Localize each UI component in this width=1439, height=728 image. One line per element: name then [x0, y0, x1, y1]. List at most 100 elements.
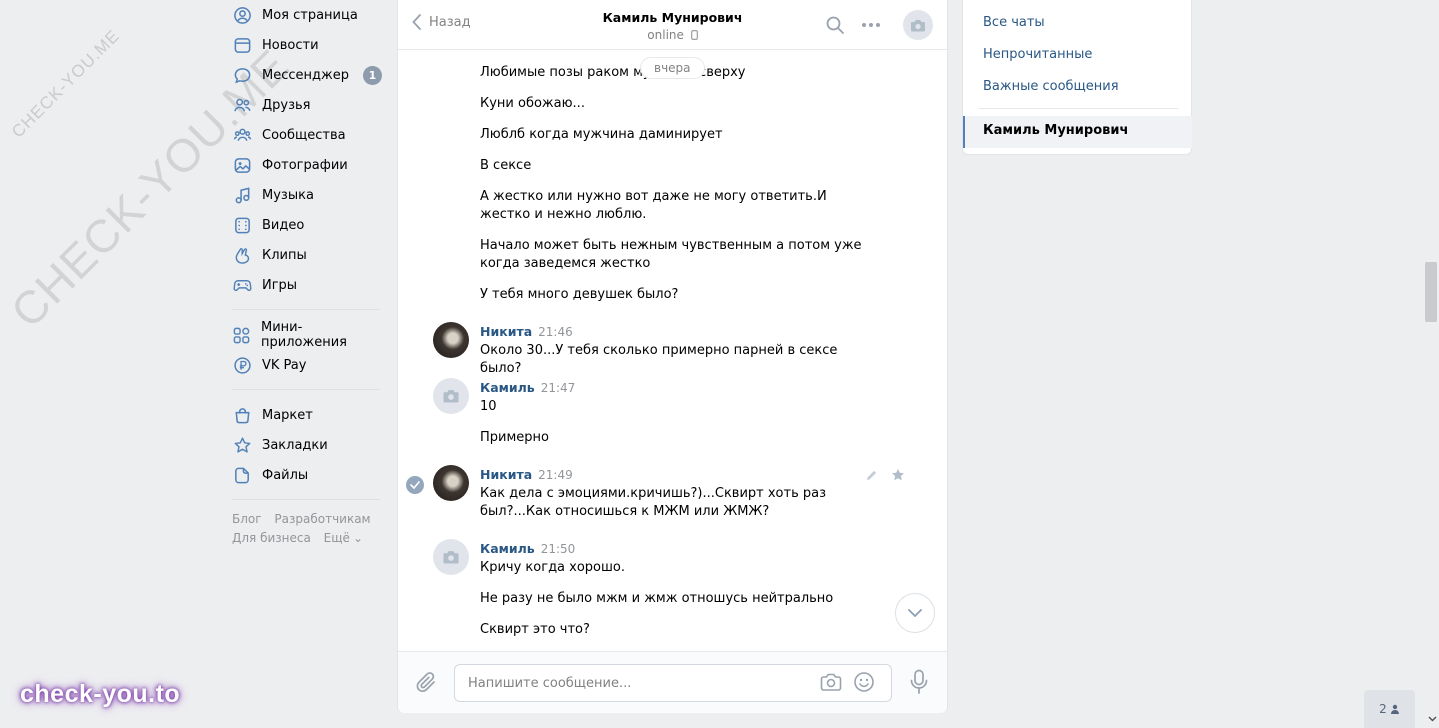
avatar[interactable] — [433, 378, 469, 414]
nav-item-files[interactable]: Файлы — [232, 460, 382, 490]
nav-label: Друзья — [262, 97, 311, 113]
friends-icon — [232, 95, 252, 115]
more-dots-icon[interactable] — [861, 22, 881, 28]
nav-item-clips[interactable]: Клипы — [232, 240, 382, 270]
gamepad-icon — [232, 275, 252, 295]
vkpay-icon — [232, 355, 252, 375]
nav-label: Маркет — [262, 407, 313, 423]
active-chat-name: Камиль Мунирович — [983, 123, 1129, 138]
chevron-down-icon — [908, 609, 922, 617]
search-icon[interactable] — [825, 15, 845, 35]
message-text: В сексе — [480, 158, 532, 173]
avatar[interactable] — [433, 322, 469, 358]
nav-label: Фотографии — [262, 157, 348, 173]
nav-item-video[interactable]: Видео — [232, 210, 382, 240]
nav-label: Музыка — [262, 187, 314, 203]
message-select-check[interactable] — [406, 476, 424, 494]
message-header: Камиль 21:50 — [480, 541, 575, 556]
nav-divider — [232, 499, 380, 500]
active-chat-item[interactable]: Камиль Мунирович — [963, 116, 1192, 148]
nav-item-my-page[interactable]: Моя страница — [232, 0, 382, 30]
filter-all-chats[interactable]: Все чаты — [983, 15, 1045, 30]
peer-avatar[interactable] — [903, 10, 933, 40]
status-text: online — [647, 28, 684, 42]
music-icon — [232, 185, 252, 205]
message-text: 10 — [480, 399, 497, 414]
message-time[interactable]: 21:46 — [538, 325, 573, 339]
mobile-icon — [690, 30, 698, 40]
message-header: Никита 21:46 — [480, 324, 573, 339]
nav-item-vk-pay[interactable]: VK Pay — [232, 350, 382, 380]
footer-link-business[interactable]: Для бизнеса — [232, 531, 311, 545]
star-icon[interactable] — [891, 468, 905, 482]
nav-divider — [232, 309, 380, 310]
communities-icon — [232, 125, 252, 145]
chat-panel: Назад Камиль Мунирович online вчера Люби… — [397, 0, 948, 713]
message-icon — [232, 65, 252, 85]
message-text: Не разу не было мжм и жмж отношусь нейтр… — [480, 591, 834, 606]
footer-link-blog[interactable]: Блог — [232, 512, 262, 526]
microphone-icon[interactable] — [910, 669, 928, 695]
nav-item-friends[interactable]: Друзья — [232, 90, 382, 120]
file-icon — [232, 465, 252, 485]
chat-header: Назад Камиль Мунирович online — [398, 0, 947, 50]
filter-important[interactable]: Важные сообщения — [983, 79, 1119, 94]
nav-item-market[interactable]: Маркет — [232, 400, 382, 430]
camera-icon — [443, 390, 459, 403]
nav-footer: Блог Разработчикам Для бизнеса Ещё ⌄ — [232, 510, 382, 548]
message-header: Камиль 21:47 — [480, 380, 575, 395]
nav-divider — [232, 389, 380, 390]
unread-badge: 1 — [363, 66, 382, 85]
message-text: У тебя много девушек было? — [480, 287, 679, 302]
paperclip-icon[interactable] — [416, 671, 438, 695]
nav-item-mini-apps[interactable]: Мини-приложения — [232, 320, 382, 350]
avatar[interactable] — [433, 539, 469, 575]
page-scrollbar-thumb[interactable] — [1425, 262, 1437, 322]
video-icon — [232, 215, 252, 235]
nav-item-photos[interactable]: Фотографии — [232, 150, 382, 180]
message-author[interactable]: Камиль — [480, 541, 535, 556]
message-text: Около 30...У тебя сколько примерно парне… — [480, 343, 838, 376]
nav-label: Видео — [262, 217, 305, 233]
nav-item-news[interactable]: Новости — [232, 30, 382, 60]
message-time[interactable]: 21:50 — [541, 542, 576, 556]
check-icon — [410, 481, 420, 489]
nav-item-music[interactable]: Музыка — [232, 180, 382, 210]
message-text: Как дела с эмоциями.кричишь?)...Сквирт х… — [480, 486, 827, 519]
avatar[interactable] — [433, 465, 469, 501]
left-nav: Моя страница Новости Мессенджер 1 Друзья… — [232, 0, 382, 548]
nav-item-bookmarks[interactable]: Закладки — [232, 430, 382, 460]
watermark-logo: check-you.to — [20, 680, 181, 708]
online-friends-widget[interactable]: 2 — [1364, 690, 1415, 728]
apps-icon — [232, 325, 251, 345]
message-author[interactable]: Никита — [480, 324, 532, 339]
filter-unread[interactable]: Непрочитанные — [983, 47, 1092, 62]
nav-label: Моя страница — [262, 7, 358, 23]
message-time[interactable]: 21:47 — [541, 381, 576, 395]
message-time[interactable]: 21:49 — [538, 468, 573, 482]
scroll-down-button[interactable] — [895, 593, 935, 633]
message-text: Примерно — [480, 430, 549, 445]
camera-icon[interactable] — [820, 672, 842, 692]
scroll-down-arrow-icon[interactable] — [1428, 716, 1437, 722]
nav-item-messenger[interactable]: Мессенджер 1 — [232, 60, 382, 90]
peer-status: online — [398, 28, 947, 42]
nav-item-games[interactable]: Игры — [232, 270, 382, 300]
nav-label: Клипы — [262, 247, 307, 263]
smile-icon[interactable] — [853, 671, 875, 693]
footer-link-developers[interactable]: Разработчикам — [274, 512, 370, 526]
footer-link-more[interactable]: Ещё ⌄ — [324, 531, 363, 545]
message-text: Люблб когда мужчина даминирует — [480, 127, 723, 142]
message-text: Начало может быть нежным чувственным а п… — [480, 238, 862, 271]
nav-item-communities[interactable]: Сообщества — [232, 120, 382, 150]
message-author[interactable]: Камиль — [480, 380, 535, 395]
filter-divider — [978, 108, 1178, 109]
message-history[interactable]: Любимые позы раком мужчина сверху Куни о… — [398, 51, 947, 650]
date-separator: вчера — [640, 57, 705, 79]
edit-pencil-icon[interactable] — [865, 469, 878, 482]
watermark-small: CHECK-YOU.ME — [8, 26, 124, 142]
chat-filter-panel: Все чаты Непрочитанные Важные сообщения … — [962, 0, 1192, 155]
message-author[interactable]: Никита — [480, 467, 532, 482]
nav-label: Новости — [262, 37, 319, 53]
message-composer — [398, 651, 947, 713]
